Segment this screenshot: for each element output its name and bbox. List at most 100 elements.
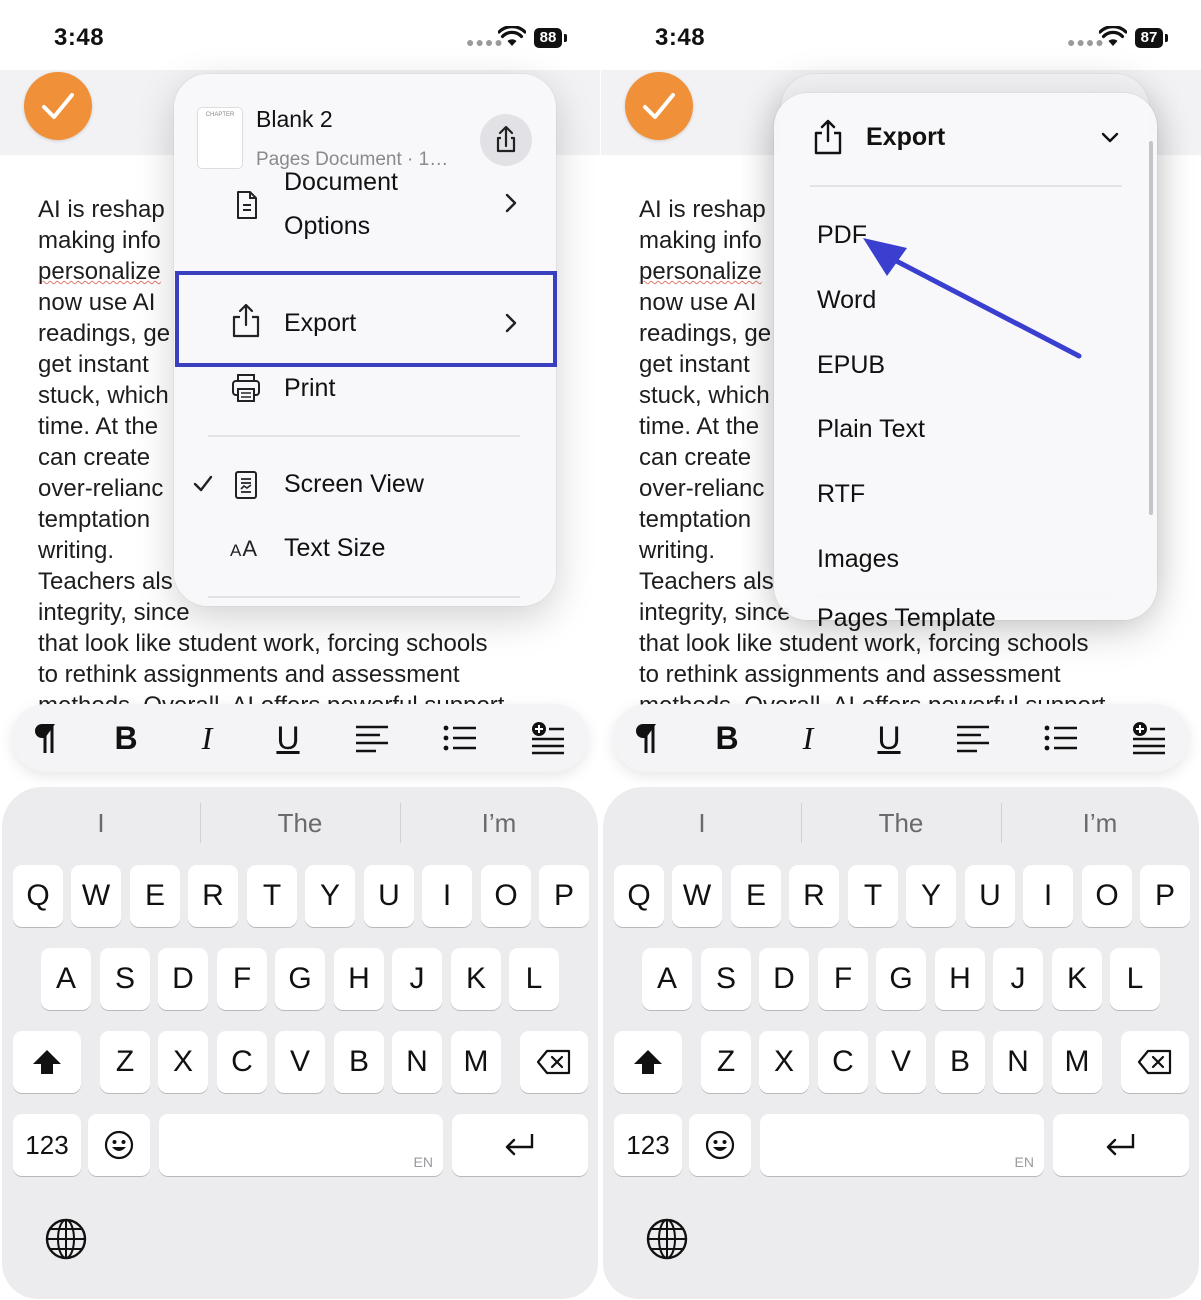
key-j[interactable]: J [993, 948, 1043, 1010]
align-button[interactable] [350, 718, 394, 758]
key-z[interactable]: Z [701, 1031, 751, 1093]
delete-key[interactable] [520, 1031, 588, 1093]
numbers-key[interactable]: 123 [614, 1114, 682, 1176]
globe-icon[interactable] [44, 1217, 88, 1261]
menu-item-print[interactable]: Print [174, 366, 556, 426]
key-b[interactable]: B [935, 1031, 985, 1093]
menu-item-document-options[interactable]: Document Options [174, 166, 556, 246]
underline-button[interactable]: U [867, 718, 911, 758]
key-i[interactable]: I [422, 865, 472, 927]
key-n[interactable]: N [993, 1031, 1043, 1093]
insert-button[interactable] [526, 718, 570, 758]
done-button[interactable] [24, 72, 92, 140]
bold-button[interactable]: B [104, 718, 148, 758]
italic-button[interactable]: I [786, 718, 830, 758]
key-h[interactable]: H [935, 948, 985, 1010]
align-button[interactable] [951, 718, 995, 758]
key-r[interactable]: R [188, 865, 238, 927]
key-y[interactable]: Y [906, 865, 956, 927]
return-key[interactable] [1053, 1114, 1189, 1176]
suggestion-2[interactable]: The [200, 805, 400, 841]
list-button[interactable] [438, 718, 482, 758]
key-x[interactable]: X [759, 1031, 809, 1093]
key-l[interactable]: L [509, 948, 559, 1010]
key-f[interactable]: F [818, 948, 868, 1010]
align-left-icon [957, 725, 989, 753]
emoji-icon [104, 1130, 134, 1160]
menu-item-screen-view[interactable]: Screen View [174, 462, 556, 512]
italic-button[interactable]: I [185, 718, 229, 758]
key-a[interactable]: A [642, 948, 692, 1010]
share-button[interactable] [480, 114, 532, 166]
suggestion-1[interactable]: I [603, 805, 801, 841]
space-key[interactable]: EN [760, 1114, 1044, 1176]
key-q[interactable]: Q [13, 865, 63, 927]
key-s[interactable]: S [701, 948, 751, 1010]
delete-icon [536, 1049, 571, 1075]
key-u[interactable]: U [965, 865, 1015, 927]
key-p[interactable]: P [1140, 865, 1190, 927]
key-t[interactable]: T [247, 865, 297, 927]
key-h[interactable]: H [334, 948, 384, 1010]
key-o[interactable]: O [481, 865, 531, 927]
key-g[interactable]: G [275, 948, 325, 1010]
emoji-key[interactable] [689, 1114, 751, 1176]
key-w[interactable]: W [71, 865, 121, 927]
key-t[interactable]: T [848, 865, 898, 927]
key-z[interactable]: Z [100, 1031, 150, 1093]
insert-button[interactable] [1127, 718, 1171, 758]
key-i[interactable]: I [1023, 865, 1073, 927]
key-y[interactable]: Y [305, 865, 355, 927]
paragraph-style-button[interactable] [625, 718, 669, 758]
key-s[interactable]: S [100, 948, 150, 1010]
paragraph-style-button[interactable] [24, 718, 68, 758]
shift-key[interactable] [614, 1031, 682, 1093]
right-screenshot: 3:48 ●●●● 87 AI is reshap making info pe… [601, 0, 1201, 1300]
globe-icon[interactable] [645, 1217, 689, 1261]
export-highlight-box [175, 271, 557, 367]
key-m[interactable]: M [451, 1031, 501, 1093]
list-button[interactable] [1039, 718, 1083, 758]
suggestion-2[interactable]: The [801, 805, 1001, 841]
key-d[interactable]: D [759, 948, 809, 1010]
key-e[interactable]: E [130, 865, 180, 927]
suggestion-3[interactable]: I’m [1001, 805, 1199, 841]
shift-key[interactable] [13, 1031, 81, 1093]
key-x[interactable]: X [158, 1031, 208, 1093]
text-size-icon: AA [230, 536, 259, 561]
emoji-key[interactable] [88, 1114, 150, 1176]
key-u[interactable]: U [364, 865, 414, 927]
doc-line: that look like student work, forcing sch… [38, 630, 488, 657]
suggestion-1[interactable]: I [2, 805, 200, 841]
key-e[interactable]: E [731, 865, 781, 927]
key-c[interactable]: C [818, 1031, 868, 1093]
key-o[interactable]: O [1082, 865, 1132, 927]
key-r[interactable]: R [789, 865, 839, 927]
menu-item-text-size[interactable]: AA Text Size [174, 526, 556, 576]
delete-key[interactable] [1121, 1031, 1189, 1093]
key-v[interactable]: V [275, 1031, 325, 1093]
key-n[interactable]: N [392, 1031, 442, 1093]
space-key[interactable]: EN [159, 1114, 443, 1176]
key-p[interactable]: P [539, 865, 589, 927]
key-b[interactable]: B [334, 1031, 384, 1093]
key-f[interactable]: F [217, 948, 267, 1010]
key-w[interactable]: W [672, 865, 722, 927]
key-d[interactable]: D [158, 948, 208, 1010]
key-c[interactable]: C [217, 1031, 267, 1093]
return-key[interactable] [452, 1114, 588, 1176]
bold-button[interactable]: B [705, 718, 749, 758]
suggestion-3[interactable]: I’m [400, 805, 598, 841]
key-q[interactable]: Q [614, 865, 664, 927]
key-g[interactable]: G [876, 948, 926, 1010]
key-k[interactable]: K [451, 948, 501, 1010]
key-m[interactable]: M [1052, 1031, 1102, 1093]
bullet-list-icon [443, 725, 476, 751]
key-k[interactable]: K [1052, 948, 1102, 1010]
key-v[interactable]: V [876, 1031, 926, 1093]
underline-button[interactable]: U [266, 718, 310, 758]
key-a[interactable]: A [41, 948, 91, 1010]
key-l[interactable]: L [1110, 948, 1160, 1010]
key-j[interactable]: J [392, 948, 442, 1010]
numbers-key[interactable]: 123 [13, 1114, 81, 1176]
